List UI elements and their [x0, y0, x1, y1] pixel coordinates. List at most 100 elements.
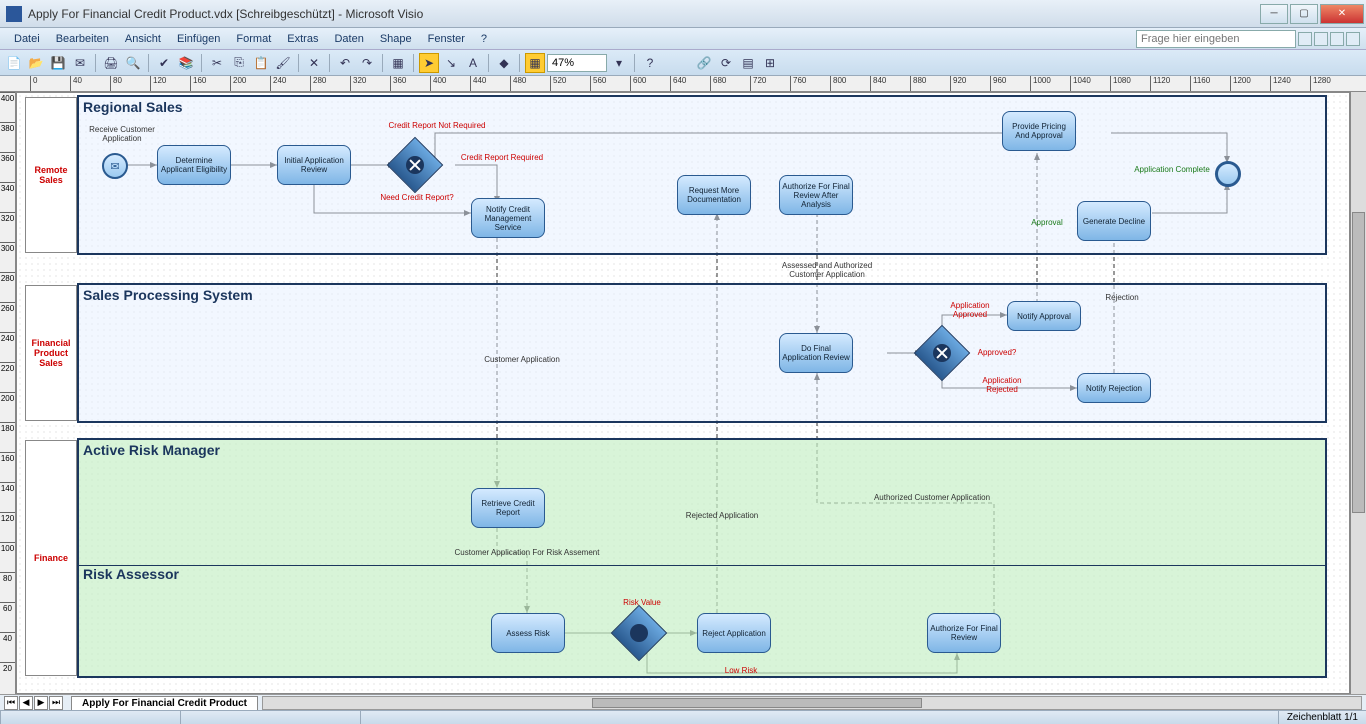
close-button[interactable]: ✕ [1320, 4, 1364, 24]
tabbar: ⏮ ◀ ▶ ⏭ Apply For Financial Credit Produ… [0, 694, 1366, 710]
task-notify-approval[interactable]: Notify Approval [1007, 301, 1081, 331]
help-search-input[interactable] [1136, 30, 1296, 48]
cut-icon[interactable]: ✂ [207, 53, 227, 73]
task-provide-pricing[interactable]: Provide Pricing And Approval [1002, 111, 1076, 151]
status-cell [0, 711, 180, 724]
task-request-docs[interactable]: Request More Documentation [677, 175, 751, 215]
ruler-tick: 200 [0, 392, 15, 403]
menu-datei[interactable]: Datei [6, 31, 48, 47]
label-low-risk: Low Risk [711, 666, 771, 675]
pointer-tool-icon[interactable]: ➤ [419, 53, 439, 73]
scrollbar-thumb[interactable] [1352, 212, 1365, 513]
task-reject-app[interactable]: Reject Application [697, 613, 771, 653]
ruler-tick: 1160 [1190, 76, 1210, 91]
separator [298, 54, 299, 72]
doc-restore-button[interactable] [1330, 32, 1344, 46]
pool-label-remote-sales: Remote Sales [25, 97, 77, 253]
menu-help[interactable]: ? [473, 31, 495, 47]
task-authorize-final-review[interactable]: Authorize For Final Review After Analysi… [779, 175, 853, 215]
menu-einfuegen[interactable]: Einfügen [169, 31, 228, 47]
start-event[interactable]: ✉ [102, 153, 128, 179]
ruler-tick: 160 [0, 452, 15, 463]
preview-icon[interactable]: 🔍 [123, 53, 143, 73]
task-notify-credit-service[interactable]: Notify Credit Management Service [471, 198, 545, 238]
help-icon[interactable]: ? [640, 53, 660, 73]
ruler-tick: 600 [630, 76, 646, 91]
task-authorize-final[interactable]: Authorize For Final Review [927, 613, 1001, 653]
save-icon[interactable]: 💾 [48, 53, 68, 73]
new-icon[interactable]: 📄 [4, 53, 24, 73]
doc-close-button[interactable] [1346, 32, 1360, 46]
ruler-tick: 0 [30, 76, 37, 91]
print-icon[interactable]: 🖨 [101, 53, 121, 73]
task-determine-eligibility[interactable]: Determine Applicant Eligibility [157, 145, 231, 185]
format-painter-icon[interactable]: 🖌 [273, 53, 293, 73]
tab-last-icon[interactable]: ⏭ [49, 696, 63, 710]
data-graphic-icon[interactable]: ▤ [738, 53, 758, 73]
ruler-tick: 220 [0, 362, 15, 373]
text-tool-icon[interactable]: A [463, 53, 483, 73]
align-icon[interactable]: ▦ [525, 53, 545, 73]
minimize-button[interactable]: ─ [1260, 4, 1288, 24]
ruler-tick: 400 [430, 76, 446, 91]
scrollbar-vertical[interactable] [1350, 92, 1366, 694]
delete-icon[interactable]: ✕ [304, 53, 324, 73]
tab-first-icon[interactable]: ⏮ [4, 696, 18, 710]
menu-format[interactable]: Format [228, 31, 279, 47]
help-dropdown-button[interactable] [1298, 32, 1312, 46]
task-generate-decline[interactable]: Generate Decline [1077, 201, 1151, 241]
task-notify-rejection[interactable]: Notify Rejection [1077, 373, 1151, 403]
label-auth-customer-app: Authorized Customer Application [857, 493, 1007, 502]
connector-tool-icon[interactable]: ↘ [441, 53, 461, 73]
separator [488, 54, 489, 72]
ruler-tick: 180 [0, 422, 15, 433]
task-retrieve-credit[interactable]: Retrieve Credit Report [471, 488, 545, 528]
label-assessed-auth: Assessed and Authorized Customer Applica… [767, 261, 887, 279]
sheet-tab[interactable]: Apply For Financial Credit Product [71, 696, 258, 710]
scrollbar-horizontal[interactable] [262, 696, 1362, 710]
ruler-tick: 120 [0, 512, 15, 523]
fill-icon[interactable]: ◆ [494, 53, 514, 73]
pool-label-financial-sales: Financial Product Sales [25, 285, 77, 421]
zoom-input[interactable] [547, 54, 607, 72]
copy-icon[interactable]: ⎘ [229, 53, 249, 73]
menu-extras[interactable]: Extras [279, 31, 326, 47]
paste-icon[interactable]: 📋 [251, 53, 271, 73]
menu-fenster[interactable]: Fenster [420, 31, 473, 47]
doc-minimize-button[interactable] [1314, 32, 1328, 46]
mail-icon[interactable]: ✉ [70, 53, 90, 73]
open-icon[interactable]: 📂 [26, 53, 46, 73]
tab-prev-icon[interactable]: ◀ [19, 696, 33, 710]
ruler-tick: 380 [0, 122, 15, 133]
data-link-icon[interactable]: 🔗 [694, 53, 714, 73]
undo-icon[interactable]: ↶ [335, 53, 355, 73]
maximize-button[interactable]: ▢ [1290, 4, 1318, 24]
spellcheck-icon[interactable]: ✔ [154, 53, 174, 73]
task-do-final-review[interactable]: Do Final Application Review [779, 333, 853, 373]
ruler-tick: 300 [0, 242, 15, 253]
ruler-tick: 20 [0, 662, 15, 673]
insert-icon[interactable]: ⊞ [760, 53, 780, 73]
label-app-approved: Application Approved [935, 301, 1005, 319]
zoom-dropdown-icon[interactable]: ▾ [609, 53, 629, 73]
ruler-tick: 1040 [1070, 76, 1091, 91]
menu-bearbeiten[interactable]: Bearbeiten [48, 31, 117, 47]
task-initial-review[interactable]: Initial Application Review [277, 145, 351, 185]
canvas[interactable]: Remote Sales Regional Sales ✉ Receive Cu… [16, 92, 1350, 694]
data-refresh-icon[interactable]: ⟳ [716, 53, 736, 73]
research-icon[interactable]: 📚 [176, 53, 196, 73]
lane-title-risk-assessor: Risk Assessor [83, 566, 179, 582]
redo-icon[interactable]: ↷ [357, 53, 377, 73]
task-assess-risk[interactable]: Assess Risk [491, 613, 565, 653]
ruler-tick: 140 [0, 482, 15, 493]
ruler-tick: 360 [0, 152, 15, 163]
menu-ansicht[interactable]: Ansicht [117, 31, 169, 47]
label-rejection: Rejection [1097, 293, 1147, 302]
scrollbar-thumb[interactable] [592, 698, 921, 708]
menu-shape[interactable]: Shape [372, 31, 420, 47]
tab-next-icon[interactable]: ▶ [34, 696, 48, 710]
label-risk-value: Risk Value [612, 598, 672, 607]
menu-daten[interactable]: Daten [326, 31, 371, 47]
shapes-icon[interactable]: ▦ [388, 53, 408, 73]
ruler-tick: 400 [0, 92, 15, 103]
